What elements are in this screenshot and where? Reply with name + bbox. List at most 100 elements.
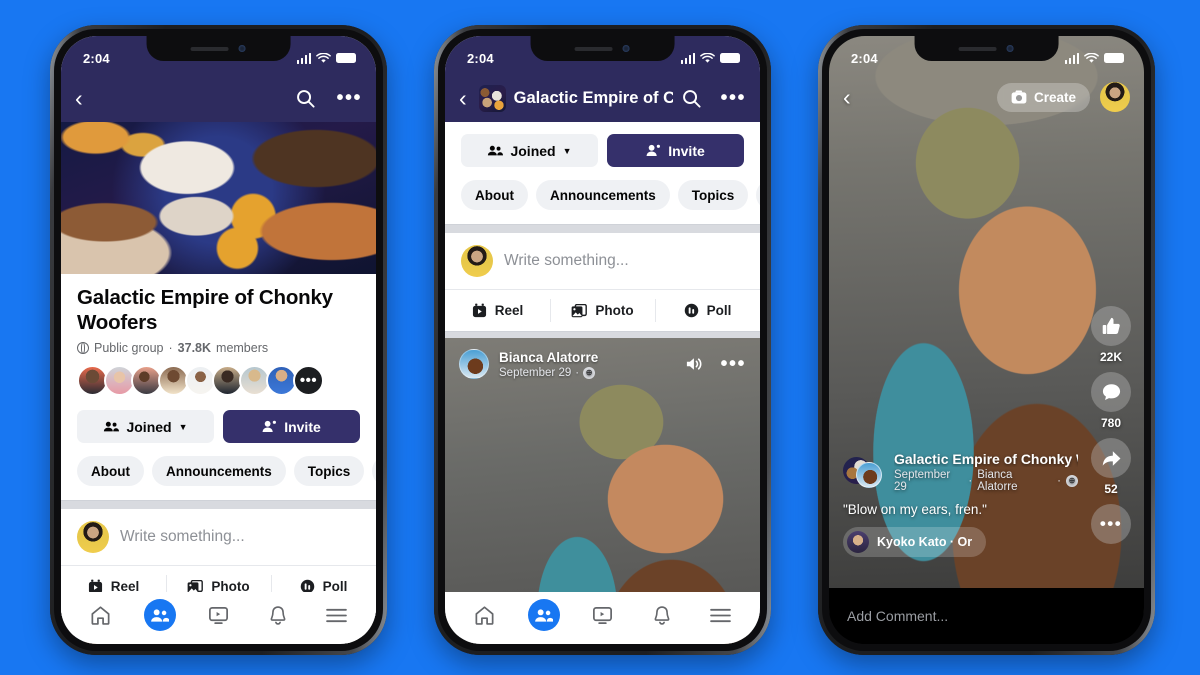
composer-input-row[interactable]: Write something... [445,233,760,289]
profile-avatar[interactable] [1100,82,1130,112]
phone-device-1: 2:04 ‹ ••• Galactic Empire of Chonky Woo… [50,25,387,655]
phone-device-2: 2:04 ‹ Galactic Empire of Ch... [434,25,771,655]
write-something-input[interactable]: Write something... [120,528,245,546]
reel-date: September 29 [894,469,951,493]
group-tabs: About Announcements Topics Reels [445,167,760,210]
nav-watch[interactable] [580,597,626,633]
notch [914,36,1059,61]
composer-reel-button[interactable]: Reel [445,290,550,331]
joined-button[interactable]: Joined ▼ [461,134,598,167]
composer-poll-button[interactable]: Poll [655,290,760,331]
write-something-input[interactable]: Write something... [504,252,629,270]
joined-label: Joined [126,418,172,435]
nav-home[interactable] [462,597,508,633]
more-options-icon[interactable]: ••• [720,88,746,108]
nav-home[interactable] [78,597,124,633]
more-options-icon[interactable]: ••• [1091,504,1131,544]
group-action-row: Joined ▼ Invite [445,122,760,167]
tab-reels[interactable]: Reels [372,456,376,487]
create-label: Create [1033,89,1076,105]
composer-poll-label: Poll [706,303,732,318]
group-privacy: Public group [94,341,164,356]
nav-groups[interactable] [137,597,183,633]
home-icon [91,605,110,625]
group-info: Galactic Empire of Chonky Woofers Public… [61,274,376,355]
tab-about[interactable]: About [461,180,528,210]
nav-notifications[interactable] [639,597,685,633]
avatar-overflow[interactable]: ••• [293,365,324,397]
tab-topics[interactable]: Topics [677,180,749,210]
tab-announcements[interactable]: Announcements [535,180,670,210]
search-icon[interactable] [681,88,702,109]
more-options-icon[interactable]: ••• [720,354,746,374]
reel-caption: "Blow on my ears, fren." [843,502,987,517]
thumbs-up-icon[interactable] [1091,306,1131,346]
more-options-icon[interactable]: ••• [336,88,362,108]
audio-wave-icon [847,531,869,553]
add-comment-bar[interactable]: Add Comment... [829,588,1144,644]
invite-label: Invite [668,142,705,159]
phone1-screen: 2:04 ‹ ••• Galactic Empire of Chonky Woo… [61,36,376,644]
front-camera [622,45,630,52]
group-action-row: Joined ▼ Invite [61,396,376,444]
status-time: 2:04 [83,50,110,66]
tab-reels[interactable]: Reels [756,180,760,210]
invite-label: Invite [284,418,321,435]
watch-video-icon [593,606,612,624]
composer-input-row[interactable]: Write something... [61,509,376,565]
reel-group-row[interactable]: Galactic Empire of Chonky Woof... Septem… [843,451,1078,493]
reel-audio-label: Kyoko Kato · Or [877,535,973,549]
earpiece-speaker [958,46,997,51]
tab-about[interactable]: About [77,456,144,487]
avatar[interactable] [461,245,493,277]
like-count: 22K [1099,350,1122,364]
back-button[interactable]: ‹ [459,86,471,110]
group-meta: Public group · 37.8K members [77,341,360,355]
nav-watch[interactable] [196,597,242,633]
invite-button[interactable]: Invite [607,134,744,167]
search-icon[interactable] [295,88,316,109]
create-button[interactable]: Create [996,82,1090,112]
nav-menu[interactable] [314,597,360,633]
reel-subtitle: September 29 · Bianca Alatorre · ⊕ [894,469,1078,493]
group-title: Galactic Empire of Chonky Woofers [77,286,333,334]
nav-groups[interactable] [521,597,567,633]
battery-icon [336,52,356,64]
photo-icon [572,303,588,317]
bell-icon [270,605,285,625]
add-comment-input[interactable]: Add Comment... [847,608,948,624]
hamburger-menu-icon [326,608,347,622]
comment-bubble-icon[interactable] [1091,372,1131,412]
member-avatars[interactable]: ••• [61,355,376,397]
composer-photo-button[interactable]: Photo [550,290,655,331]
reel-more: ••• [1088,504,1134,544]
reel-top-bar: ‹ Create [829,82,1144,112]
nav-menu[interactable] [698,597,744,633]
camera-icon [1011,90,1027,104]
public-globe-icon: ⊕ [583,367,596,380]
joined-button[interactable]: Joined ▼ [77,410,214,444]
section-divider [445,331,760,338]
battery-icon [720,52,740,64]
public-globe-icon: ⊕ [1066,475,1078,487]
reel-audio-pill[interactable]: Kyoko Kato · Or [843,527,987,557]
meta-separator: · [168,341,173,356]
nav-notifications[interactable] [255,597,301,633]
group-members-icon [104,421,120,432]
invite-button[interactable]: Invite [223,410,360,444]
group-avatar[interactable] [478,84,506,112]
tab-topics[interactable]: Topics [293,456,365,487]
wifi-icon [700,52,715,63]
back-button[interactable]: ‹ [75,86,87,110]
group-header-bar: ‹ ••• [61,74,376,122]
group-cover-photo [61,122,376,274]
sound-on-icon[interactable] [685,356,704,372]
back-button[interactable]: ‹ [843,85,855,109]
tab-announcements[interactable]: Announcements [151,456,286,487]
chevron-down-icon: ▼ [178,421,188,432]
share-arrow-icon[interactable] [1091,438,1131,478]
avatar[interactable] [459,349,489,380]
avatar[interactable] [77,521,109,554]
section-divider [61,500,376,510]
composer-actions: Reel Photo Poll [445,289,760,331]
